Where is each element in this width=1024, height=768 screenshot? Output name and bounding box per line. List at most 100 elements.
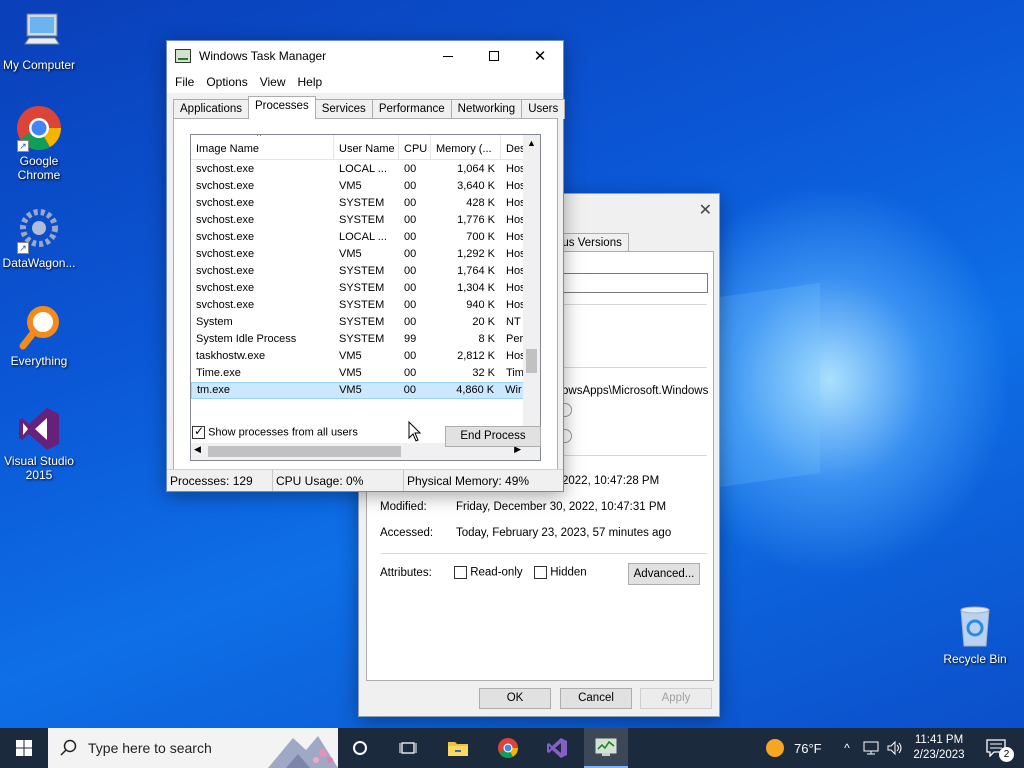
tab-processes[interactable]: Processes <box>248 96 316 119</box>
apply-button[interactable]: Apply <box>640 688 712 709</box>
table-row[interactable]: svchost.exe VM5 00 3,640 K Hos <box>191 178 524 195</box>
folder-icon <box>448 742 468 756</box>
table-row[interactable]: svchost.exe LOCAL ... 00 1,064 K Hos <box>191 161 524 178</box>
show-hidden-icons-button[interactable]: ^ <box>838 728 856 768</box>
column-label: Image Name <box>196 143 259 155</box>
show-all-users-label: Show processes from all users <box>208 426 358 439</box>
cell-desc: Hos <box>506 163 524 175</box>
tab-applications[interactable]: Applications <box>173 99 250 119</box>
network-button[interactable] <box>860 728 882 768</box>
hidden-checkbox[interactable]: Hidden <box>534 566 587 579</box>
vertical-scrollbar[interactable]: ▲ ▼ <box>523 135 540 444</box>
vertical-scroll-thumb[interactable] <box>526 349 537 373</box>
created-value: 2022, 10:47:28 PM <box>562 475 660 487</box>
checkbox-box[interactable] <box>454 566 467 579</box>
weather-temperature: 76°F <box>794 740 822 756</box>
desktop-icon-recycle-bin[interactable]: Recycle Bin <box>937 602 1013 666</box>
desktop-icon-my-computer[interactable]: My Computer <box>1 8 77 72</box>
cell-mem: 940 K <box>466 299 495 311</box>
start-button[interactable] <box>0 728 48 768</box>
menu-file[interactable]: File <box>169 75 200 89</box>
tab-networking[interactable]: Networking <box>450 99 523 119</box>
cell-image: svchost.exe <box>196 197 255 209</box>
advanced-button[interactable]: Advanced... <box>628 563 700 585</box>
minimize-button[interactable] <box>425 41 471 71</box>
chrome-taskbar-button[interactable] <box>488 728 528 768</box>
cell-mem: 1,292 K <box>457 248 495 260</box>
title-bar[interactable]: Windows Task Manager ✕ <box>167 41 563 71</box>
checkbox-box[interactable]: ✓ <box>192 424 205 439</box>
readonly-checkbox[interactable]: Read-only <box>454 566 523 579</box>
cell-desc: Hos <box>506 197 524 209</box>
cell-cpu: 00 <box>404 231 417 243</box>
table-row[interactable]: svchost.exe LOCAL ... 00 700 K Hos <box>191 229 524 246</box>
search-box[interactable]: Type here to search <box>48 728 338 768</box>
cell-desc: Tim <box>506 367 524 379</box>
cell-cpu: 99 <box>404 333 417 345</box>
task-manager-taskbar-button[interactable] <box>584 728 628 768</box>
cell-image: tm.exe <box>197 384 231 396</box>
cell-user: SYSTEM <box>339 333 385 345</box>
horizontal-scroll-thumb[interactable] <box>208 446 401 457</box>
weather-widget[interactable]: 76°F <box>760 728 840 768</box>
table-row[interactable]: System Idle Process SYSTEM 99 8 K Per <box>191 331 524 348</box>
cancel-button[interactable]: Cancel <box>560 688 632 709</box>
cell-user: VM5 <box>339 350 362 362</box>
table-row[interactable]: tm.exe VM5 00 4,860 K Wir <box>191 382 524 399</box>
cell-desc: Per <box>506 333 524 345</box>
desktop-icon-everything[interactable]: Everything <box>1 304 77 368</box>
menu-help[interactable]: Help <box>292 75 329 89</box>
task-view-button[interactable] <box>388 728 428 768</box>
show-all-users-checkbox[interactable]: ✓ Show processes from all users <box>192 424 358 439</box>
cortana-button[interactable] <box>340 728 380 768</box>
desktop-icon-datawagon[interactable]: ↗ DataWagon... <box>1 206 77 270</box>
checkbox-box[interactable] <box>534 566 547 579</box>
desktop-icon-google-chrome[interactable]: ↗ Google Chrome <box>1 104 77 182</box>
file-name-input[interactable] <box>562 273 708 293</box>
table-row[interactable]: svchost.exe VM5 00 1,292 K Hos <box>191 246 524 263</box>
table-row[interactable]: svchost.exe SYSTEM 00 428 K Hos <box>191 195 524 212</box>
column-image-name[interactable]: Image Name ^ <box>191 135 334 159</box>
maximize-button[interactable] <box>471 41 517 71</box>
desktop-icon-label: My Computer <box>2 58 76 72</box>
column-memory[interactable]: Memory (... <box>431 135 501 159</box>
column-description[interactable]: Des <box>501 135 524 159</box>
speaker-icon <box>887 740 902 756</box>
menu-view[interactable]: View <box>254 75 292 89</box>
table-row[interactable]: taskhostw.exe VM5 00 2,812 K Hos <box>191 348 524 365</box>
cell-desc: Hos <box>506 350 524 362</box>
cortana-icon <box>353 741 367 755</box>
tab-services[interactable]: Services <box>314 99 373 119</box>
desktop-icon-visual-studio[interactable]: Visual Studio 2015 <box>1 404 77 482</box>
scroll-up-icon[interactable]: ▲ <box>523 135 540 152</box>
volume-button[interactable] <box>884 728 906 768</box>
tab-users[interactable]: Users <box>521 99 566 119</box>
close-button[interactable]: ✕ <box>517 41 563 71</box>
column-cpu[interactable]: CPU <box>399 135 431 159</box>
clock[interactable]: 11:41 PM 2/23/2023 <box>908 728 970 768</box>
close-icon[interactable]: ✕ <box>699 200 712 220</box>
menu-options[interactable]: Options <box>200 75 253 89</box>
table-row[interactable]: svchost.exe SYSTEM 00 1,304 K Hos <box>191 280 524 297</box>
action-center-button[interactable]: 2 <box>976 728 1016 768</box>
computer-icon <box>15 8 63 56</box>
table-row[interactable]: svchost.exe SYSTEM 00 940 K Hos <box>191 297 524 314</box>
table-row[interactable]: System SYSTEM 00 20 K NT <box>191 314 524 331</box>
menu-bar: File Options View Help <box>167 71 563 93</box>
visual-studio-taskbar-button[interactable] <box>537 728 577 768</box>
file-explorer-button[interactable] <box>438 728 478 768</box>
cell-desc: Hos <box>506 180 524 192</box>
process-list[interactable]: Image Name ^ User Name CPU Memory (... De… <box>190 134 541 461</box>
end-process-button[interactable]: End Process <box>445 426 541 447</box>
table-row[interactable]: Time.exe VM5 00 32 K Tim <box>191 365 524 382</box>
datawagon-icon: ↗ <box>15 206 63 254</box>
cell-mem: 1,064 K <box>457 163 495 175</box>
table-row[interactable]: svchost.exe SYSTEM 00 1,776 K Hos <box>191 212 524 229</box>
table-row[interactable]: svchost.exe SYSTEM 00 1,764 K Hos <box>191 263 524 280</box>
cell-desc: Wir <box>505 384 522 396</box>
ok-button[interactable]: OK <box>479 688 551 709</box>
tab-performance[interactable]: Performance <box>371 99 452 119</box>
task-manager-window: Windows Task Manager ✕ File Options View… <box>166 40 566 492</box>
scroll-left-icon[interactable]: ◀ <box>194 444 201 455</box>
column-user-name[interactable]: User Name <box>334 135 399 159</box>
